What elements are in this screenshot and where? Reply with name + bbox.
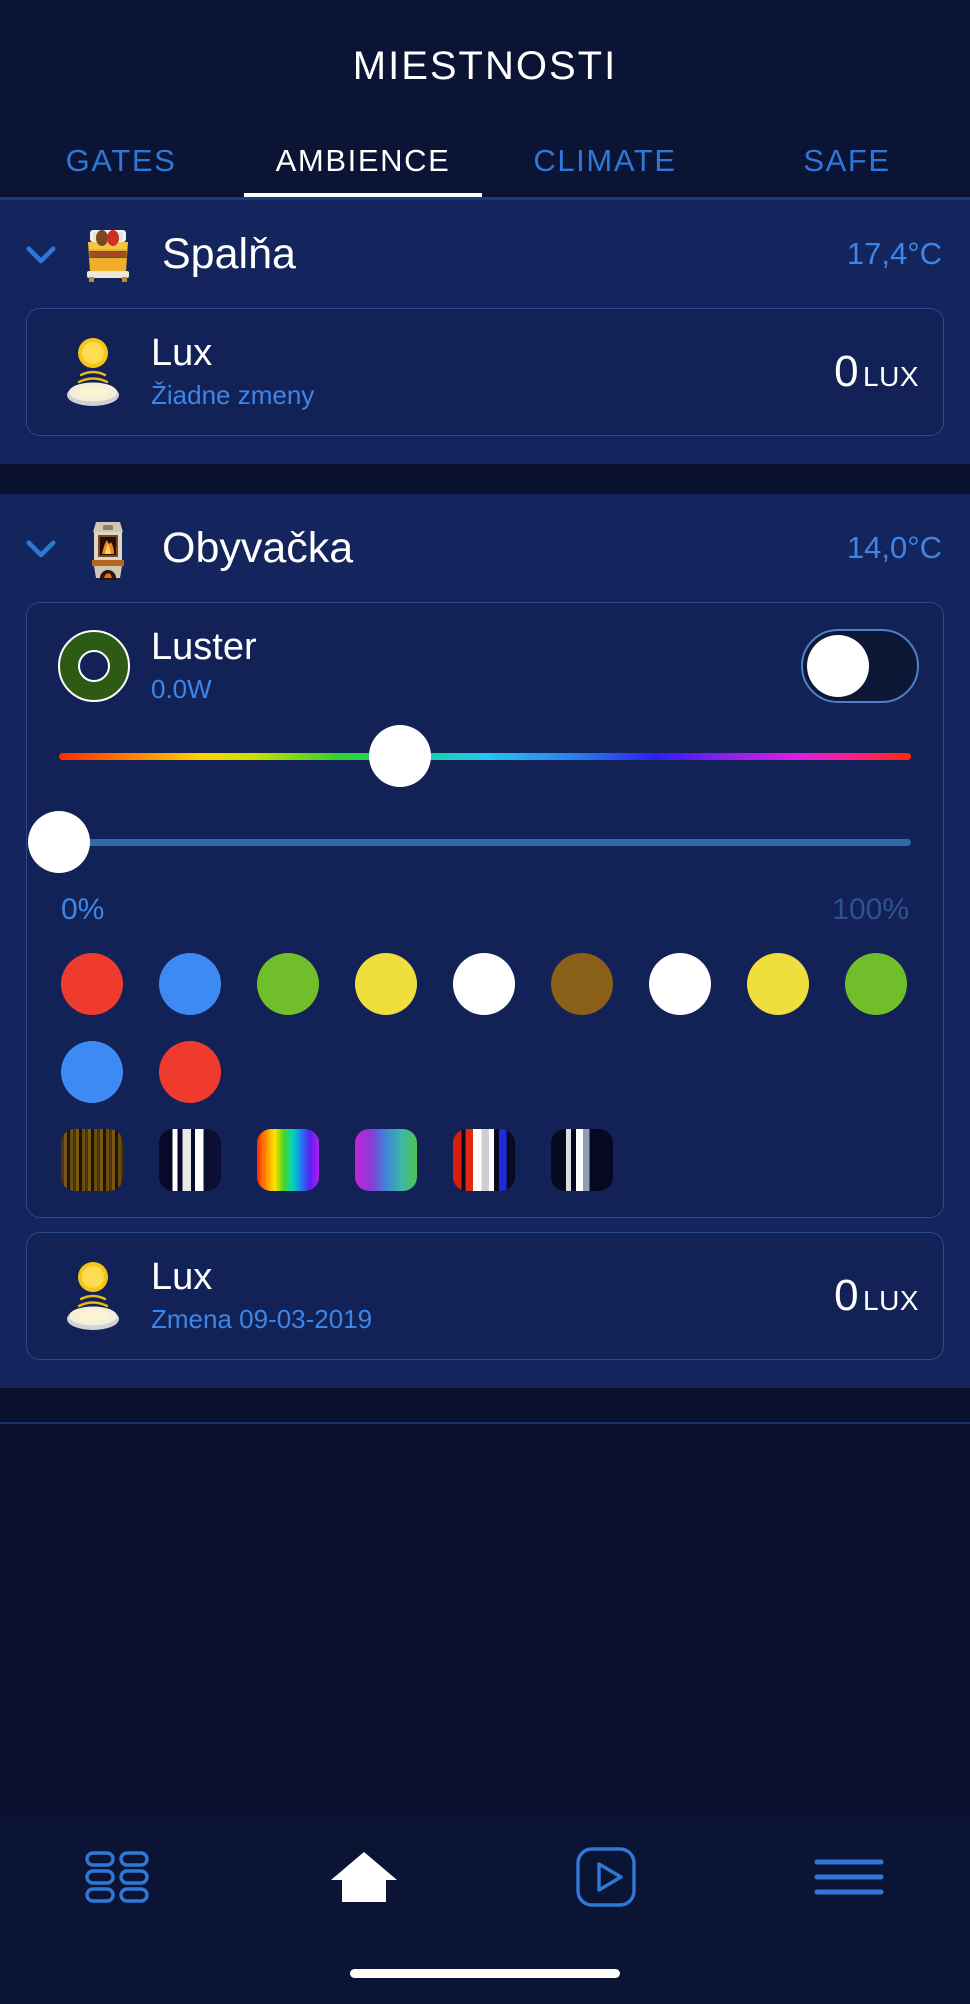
effect-tile-grid	[51, 1103, 919, 1197]
device-value-unit: LUX	[863, 1285, 919, 1316]
dashboard-grid-icon	[84, 1850, 158, 1909]
color-swatch-2[interactable]	[257, 953, 319, 1015]
effect-rainbow[interactable]	[257, 1129, 319, 1191]
room-temperature: 17,4°C	[846, 236, 942, 271]
effect-warm-stripes[interactable]	[61, 1129, 123, 1191]
color-swatch-8[interactable]	[845, 953, 907, 1015]
app-bar: MIESTNOSTI GATES AMBIENCE CLIMATE SAFE	[0, 0, 970, 200]
device-value-number: 0	[834, 347, 859, 396]
bed-icon	[72, 218, 144, 290]
device-name: Luster	[151, 625, 257, 668]
play-box-icon	[573, 1844, 639, 1915]
nav-menu[interactable]	[728, 1816, 970, 1942]
color-swatch-0[interactable]	[61, 953, 123, 1015]
device-row: Luster 0.0W	[51, 623, 919, 709]
nav-home[interactable]	[243, 1816, 486, 1942]
brightness-max-label: 100%	[832, 893, 909, 926]
bottom-navigation-bar	[0, 1816, 970, 1942]
menu-icon	[812, 1855, 886, 1904]
room-name: Spalňa	[162, 229, 296, 278]
tab-safety-label: SAFE	[803, 143, 891, 178]
color-swatch-7[interactable]	[747, 953, 809, 1015]
device-power: 0.0W	[151, 674, 212, 705]
effect-magenta-green[interactable]	[355, 1129, 417, 1191]
room-separator	[0, 464, 970, 494]
color-swatch-grid	[51, 927, 919, 1103]
device-text: Lux Žiadne zmeny	[151, 331, 818, 411]
brightness-slider-knob[interactable]	[28, 811, 90, 873]
room-card-spalna: Spalňa 17,4°C Lux Žiadne zmeny 0 LUX	[0, 200, 970, 464]
home-icon	[327, 1846, 401, 1913]
device-status: Žiadne zmeny	[151, 380, 315, 411]
app-screen: MIESTNOSTI GATES AMBIENCE CLIMATE SAFE S…	[0, 0, 970, 2004]
home-indicator-area	[0, 1942, 970, 2004]
effect-red-white-blue[interactable]	[453, 1129, 515, 1191]
device-value-unit: LUX	[863, 361, 919, 392]
device-value: 0 LUX	[818, 1271, 919, 1321]
device-row: Lux Žiadne zmeny 0 LUX	[51, 329, 919, 415]
color-swatch-9[interactable]	[61, 1041, 123, 1103]
device-text: Lux Zmena 09-03-2019	[151, 1255, 818, 1335]
room-name: Obyvačka	[162, 523, 354, 572]
fireplace-icon	[72, 512, 144, 584]
light-donut-icon[interactable]	[51, 623, 137, 709]
hue-slider-knob[interactable]	[368, 725, 431, 787]
bottom-spacer	[0, 1388, 970, 1422]
home-indicator	[350, 1968, 620, 1978]
brightness-scale: 0% 100%	[51, 881, 919, 927]
bottom-hairline	[0, 1422, 970, 1424]
color-swatch-6[interactable]	[649, 953, 711, 1015]
tab-bar: GATES AMBIENCE CLIMATE SAFE	[0, 125, 970, 197]
device-name: Lux	[151, 331, 213, 374]
toggle-knob	[807, 635, 869, 697]
nav-media[interactable]	[485, 1816, 728, 1942]
tab-climate-label: CLIMATE	[533, 143, 677, 178]
device-status: Zmena 09-03-2019	[151, 1304, 373, 1335]
brightness-slider-track	[59, 838, 911, 846]
room-header-spalna[interactable]: Spalňa 17,4°C	[0, 200, 970, 308]
device-value-number: 0	[834, 1271, 859, 1320]
tab-climate[interactable]: CLIMATE	[484, 125, 726, 197]
chevron-down-icon[interactable]	[18, 231, 64, 277]
tab-ambience[interactable]: AMBIENCE	[242, 125, 484, 197]
device-row: Lux Zmena 09-03-2019 0 LUX	[51, 1253, 919, 1339]
device-text: Luster 0.0W	[151, 625, 801, 705]
tab-safety[interactable]: SAFE	[726, 125, 968, 197]
device-value: 0 LUX	[818, 347, 919, 397]
device-card-lux[interactable]: Lux Žiadne zmeny 0 LUX	[26, 308, 944, 436]
lux-sensor-icon	[51, 1253, 137, 1339]
color-swatch-3[interactable]	[355, 953, 417, 1015]
color-swatch-4[interactable]	[453, 953, 515, 1015]
color-swatch-10[interactable]	[159, 1041, 221, 1103]
device-name: Lux	[151, 1255, 213, 1298]
hue-slider-track	[59, 752, 911, 760]
color-swatch-1[interactable]	[159, 953, 221, 1015]
tab-ambience-label: AMBIENCE	[275, 143, 451, 178]
tab-gates[interactable]: GATES	[0, 125, 242, 197]
lux-sensor-icon	[51, 329, 137, 415]
device-card-lux[interactable]: Lux Zmena 09-03-2019 0 LUX	[26, 1232, 944, 1360]
effect-white-bars[interactable]	[159, 1129, 221, 1191]
chevron-down-icon[interactable]	[18, 525, 64, 571]
brightness-slider[interactable]	[28, 803, 911, 881]
nav-dashboard[interactable]	[0, 1816, 243, 1942]
light-power-toggle[interactable]	[801, 629, 919, 703]
device-card-luster[interactable]: Luster 0.0W 0% 100%	[26, 602, 944, 1218]
room-card-obyvacka: Obyvačka 14,0°C Luster 0.0W 0% 100% Lux …	[0, 494, 970, 1388]
room-header-obyvacka[interactable]: Obyvačka 14,0°C	[0, 494, 970, 602]
effect-cool-bars[interactable]	[551, 1129, 613, 1191]
color-swatch-5[interactable]	[551, 953, 613, 1015]
hue-slider[interactable]	[59, 717, 911, 795]
rooms-scroll-area[interactable]: Spalňa 17,4°C Lux Žiadne zmeny 0 LUX Oby…	[0, 200, 970, 1816]
brightness-min-label: 0%	[61, 893, 105, 926]
room-temperature: 14,0°C	[846, 530, 942, 565]
page-title: MIESTNOSTI	[352, 44, 618, 88]
tab-gates-label: GATES	[65, 143, 177, 178]
